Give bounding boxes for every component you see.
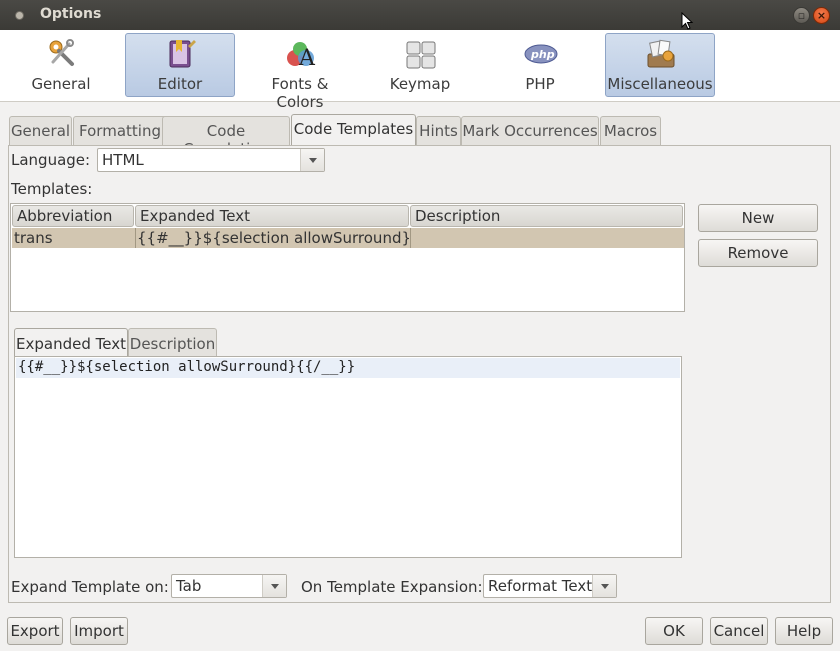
cell-abbreviation: trans	[14, 229, 53, 247]
cancel-button-label: Cancel	[713, 622, 765, 640]
category-php[interactable]: php PHP	[485, 33, 595, 97]
on-expansion-select[interactable]: Reformat Text	[483, 574, 617, 598]
column-header-description[interactable]: Description	[410, 205, 683, 227]
category-label: Miscellaneous	[607, 75, 713, 93]
keyboard-icon	[406, 41, 436, 69]
help-button-label: Help	[786, 622, 822, 640]
window-menu-icon[interactable]	[15, 11, 24, 20]
on-expansion-value: Reformat Text	[488, 577, 593, 595]
language-value: HTML	[102, 151, 144, 169]
help-button[interactable]: Help	[775, 617, 833, 645]
category-label: Fonts & Colors	[271, 75, 329, 111]
ok-button[interactable]: OK	[645, 617, 703, 645]
svg-text:php: php	[530, 48, 555, 61]
editor-icon	[169, 40, 196, 68]
title-bar: Options ▫ ×	[0, 0, 840, 30]
new-button-label: New	[741, 209, 775, 227]
chevron-down-icon[interactable]	[592, 575, 616, 597]
import-button-label: Import	[74, 622, 124, 640]
category-label: Keymap	[389, 75, 451, 93]
language-select[interactable]: HTML	[97, 148, 325, 172]
category-label: Editor	[157, 75, 203, 93]
category-editor[interactable]: Editor	[125, 33, 235, 97]
category-label: PHP	[525, 75, 555, 93]
maximize-button[interactable]: ▫	[793, 7, 810, 24]
editor-line[interactable]: {{#__}}${selection allowSurround}{{/__}}	[16, 358, 680, 378]
export-button-label: Export	[10, 622, 60, 640]
mouse-cursor-icon	[681, 12, 694, 30]
language-label: Language:	[11, 151, 91, 169]
cell-expanded-text: {{#__}}${selection allowSurround}{{/_...	[137, 229, 409, 247]
tab-macros[interactable]: Macros	[600, 116, 661, 145]
category-toolbar: General Editor A Fonts & Colors Keymap p…	[0, 30, 840, 111]
import-button[interactable]: Import	[70, 617, 128, 645]
tab-mark-occurrences[interactable]: Mark Occurrences	[461, 116, 599, 145]
templates-label: Templates:	[11, 180, 93, 198]
php-icon: php	[524, 44, 558, 64]
templates-table[interactable]: Abbreviation Expanded Text Description t…	[10, 203, 685, 312]
tab-description[interactable]: Description	[128, 328, 217, 356]
close-button[interactable]: ×	[813, 7, 830, 24]
window-title: Options	[40, 6, 102, 22]
tab-code-completion[interactable]: Code Completion	[162, 116, 290, 158]
column-header-abbreviation[interactable]: Abbreviation	[12, 205, 134, 227]
tab-general[interactable]: General	[9, 116, 72, 145]
expand-template-select[interactable]: Tab	[171, 574, 287, 598]
category-fonts-colors[interactable]: A Fonts & Colors	[245, 33, 355, 111]
remove-button-label: Remove	[727, 244, 789, 262]
column-header-expanded-text[interactable]: Expanded Text	[135, 205, 409, 227]
tab-formatting[interactable]: Formatting	[73, 116, 167, 145]
category-keymap[interactable]: Keymap	[365, 33, 475, 97]
chevron-down-icon[interactable]	[262, 575, 286, 597]
tab-expanded-text[interactable]: Expanded Text	[14, 328, 128, 356]
expand-template-value: Tab	[176, 577, 202, 595]
cancel-button[interactable]: Cancel	[710, 617, 768, 645]
table-row[interactable]: trans {{#__}}${selection allowSurround}{…	[12, 228, 684, 248]
category-miscellaneous[interactable]: Miscellaneous	[605, 33, 715, 97]
remove-button[interactable]: Remove	[698, 239, 818, 267]
svg-text:A: A	[298, 46, 316, 70]
tab-code-templates[interactable]: Code Templates	[291, 114, 416, 146]
misc-icon	[647, 39, 675, 68]
cell-separator	[410, 228, 411, 248]
export-button[interactable]: Export	[7, 617, 63, 645]
category-label: General	[31, 75, 91, 93]
cell-separator	[135, 228, 136, 248]
tab-hints[interactable]: Hints	[416, 116, 461, 145]
fonts-colors-icon: A	[287, 42, 316, 70]
category-general[interactable]: General	[6, 33, 116, 97]
on-expansion-label: On Template Expansion:	[301, 578, 483, 596]
chevron-down-icon[interactable]	[300, 149, 324, 171]
expand-template-label: Expand Template on:	[11, 578, 169, 596]
expanded-text-editor[interactable]: {{#__}}${selection allowSurround}{{/__}}	[14, 356, 682, 558]
ok-button-label: OK	[663, 622, 685, 640]
tools-icon	[49, 39, 74, 66]
new-button[interactable]: New	[698, 204, 818, 232]
